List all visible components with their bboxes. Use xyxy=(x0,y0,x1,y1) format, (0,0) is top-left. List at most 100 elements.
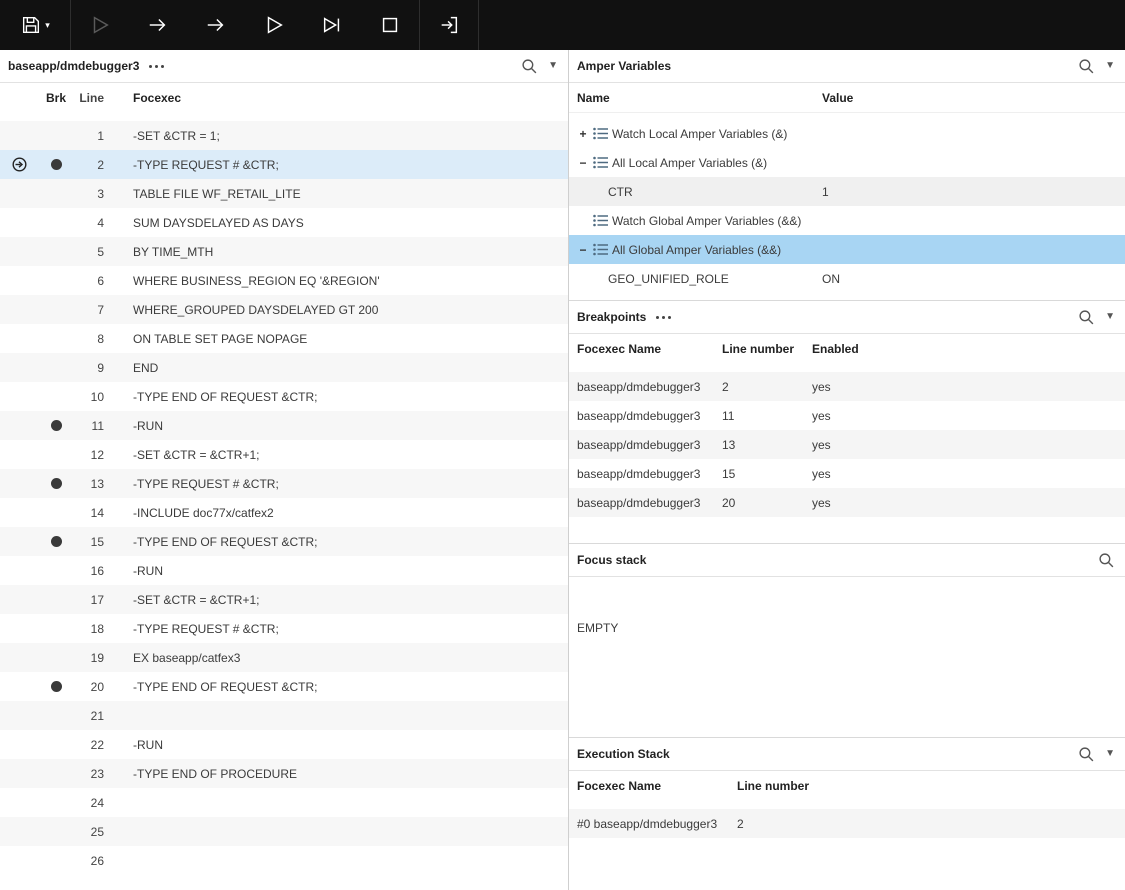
amper-variable-row[interactable]: Watch Global Amper Variables (&&) xyxy=(569,206,1125,235)
breakpoint-cell[interactable] xyxy=(38,333,74,344)
breakpoint-cell[interactable] xyxy=(38,768,74,779)
code-line[interactable]: 7 WHERE_GROUPED DAYSDELAYED GT 200 xyxy=(0,295,568,324)
code-text: -RUN xyxy=(133,419,163,433)
code-line[interactable]: 13 -TYPE REQUEST # &CTR; xyxy=(0,469,568,498)
breakpoint-row[interactable]: baseapp/dmdebugger3 2 yes xyxy=(569,372,1125,401)
breakpoint-cell[interactable] xyxy=(38,478,74,489)
amper-variable-row[interactable]: − All Global Amper Variables (&&) xyxy=(569,235,1125,264)
amper-variable-row[interactable]: GEO_UNIFIED_ROLE ON xyxy=(569,264,1125,293)
breakpoint-cell[interactable] xyxy=(38,449,74,460)
breakpoint-cell[interactable] xyxy=(38,188,74,199)
amper-column-header: Name Value xyxy=(569,83,1125,113)
code-line[interactable]: 23 -TYPE END OF PROCEDURE xyxy=(0,759,568,788)
code-line[interactable]: 12 -SET &CTR = &CTR+1; xyxy=(0,440,568,469)
breakpoint-cell[interactable] xyxy=(38,536,74,547)
variable-value: ON xyxy=(822,272,840,286)
line-number: 25 xyxy=(74,825,104,839)
code-line[interactable]: 4 SUM DAYSDELAYED AS DAYS xyxy=(0,208,568,237)
code-line[interactable]: 10 -TYPE END OF REQUEST &CTR; xyxy=(0,382,568,411)
breakpoint-dot-icon xyxy=(51,681,62,692)
more-options-icon[interactable] xyxy=(656,316,671,319)
code-line[interactable]: 14 -INCLUDE doc77x/catfex2 xyxy=(0,498,568,527)
code-line[interactable]: 6 WHERE BUSINESS_REGION EQ '&REGION' xyxy=(0,266,568,295)
code-text: -TYPE REQUEST # &CTR; xyxy=(133,477,279,491)
breakpoint-cell[interactable] xyxy=(38,739,74,750)
breakpoint-row[interactable]: baseapp/dmdebugger3 11 yes xyxy=(569,401,1125,430)
amper-variable-row[interactable]: CTR 1 xyxy=(569,177,1125,206)
execution-stack-row[interactable]: #0 baseapp/dmdebugger3 2 xyxy=(569,809,1125,838)
breakpoint-cell[interactable] xyxy=(38,652,74,663)
breakpoint-cell[interactable] xyxy=(38,594,74,605)
code-line[interactable]: 25 xyxy=(0,817,568,846)
run-button[interactable] xyxy=(71,0,129,50)
expander-toggle[interactable]: + xyxy=(577,127,589,141)
search-icon[interactable] xyxy=(1098,552,1115,569)
code-line[interactable]: 8 ON TABLE SET PAGE NOPAGE xyxy=(0,324,568,353)
breakpoint-cell[interactable] xyxy=(38,507,74,518)
code-line[interactable]: 20 -TYPE END OF REQUEST &CTR; xyxy=(0,672,568,701)
breakpoints-list: baseapp/dmdebugger3 2 yes baseapp/dmdebu… xyxy=(569,364,1125,517)
code-line[interactable]: 9 END xyxy=(0,353,568,382)
save-button[interactable]: ▾ xyxy=(0,0,70,50)
search-icon[interactable] xyxy=(521,58,538,75)
resume-button[interactable] xyxy=(245,0,303,50)
breakpoint-row[interactable]: baseapp/dmdebugger3 13 yes xyxy=(569,430,1125,459)
breakpoint-cell[interactable] xyxy=(38,681,74,692)
search-icon[interactable] xyxy=(1078,309,1095,326)
code-text: -RUN xyxy=(133,564,163,578)
code-line[interactable]: 1 -SET &CTR = 1; xyxy=(0,121,568,150)
breakpoint-cell[interactable] xyxy=(38,217,74,228)
code-line[interactable]: 17 -SET &CTR = &CTR+1; xyxy=(0,585,568,614)
chevron-down-icon[interactable]: ▼ xyxy=(1105,61,1115,71)
breakpoint-enabled: yes xyxy=(812,467,1125,481)
code-line[interactable]: 11 -RUN xyxy=(0,411,568,440)
code-line[interactable]: 5 BY TIME_MTH xyxy=(0,237,568,266)
code-text: -SET &CTR = &CTR+1; xyxy=(133,448,259,462)
expander-toggle[interactable]: − xyxy=(577,243,589,257)
exit-debugger-button[interactable] xyxy=(420,0,478,50)
search-icon[interactable] xyxy=(1078,746,1095,763)
breakpoint-cell[interactable] xyxy=(38,826,74,837)
stop-button[interactable] xyxy=(361,0,419,50)
focexec-column-label: Focexec xyxy=(133,91,181,105)
run-to-end-button[interactable] xyxy=(303,0,361,50)
chevron-down-icon[interactable]: ▼ xyxy=(548,61,558,71)
step-over-button[interactable] xyxy=(129,0,187,50)
breakpoint-cell[interactable] xyxy=(38,420,74,431)
line-number: 18 xyxy=(74,622,104,636)
breakpoint-cell[interactable] xyxy=(38,130,74,141)
breakpoint-cell[interactable] xyxy=(38,623,74,634)
variable-name: All Local Amper Variables (&) xyxy=(612,156,767,170)
code-line[interactable]: 15 -TYPE END OF REQUEST &CTR; xyxy=(0,527,568,556)
save-dropdown-caret[interactable]: ▾ xyxy=(45,21,50,30)
breakpoint-cell[interactable] xyxy=(38,391,74,402)
breakpoint-cell[interactable] xyxy=(38,362,74,373)
chevron-down-icon[interactable]: ▼ xyxy=(1105,312,1115,322)
step-return-button[interactable] xyxy=(187,0,245,50)
code-line[interactable]: 22 -RUN xyxy=(0,730,568,759)
breakpoint-cell[interactable] xyxy=(38,855,74,866)
search-icon[interactable] xyxy=(1078,58,1095,75)
more-options-icon[interactable] xyxy=(149,65,164,68)
code-line[interactable]: 3 TABLE FILE WF_RETAIL_LITE xyxy=(0,179,568,208)
breakpoint-cell[interactable] xyxy=(38,797,74,808)
amper-variable-row[interactable]: + Watch Local Amper Variables (&) xyxy=(569,119,1125,148)
chevron-down-icon[interactable]: ▼ xyxy=(1105,749,1115,759)
breakpoint-row[interactable]: baseapp/dmdebugger3 15 yes xyxy=(569,459,1125,488)
breakpoint-cell[interactable] xyxy=(38,565,74,576)
code-line[interactable]: 26 xyxy=(0,846,568,875)
breakpoint-cell[interactable] xyxy=(38,246,74,257)
code-line[interactable]: 24 xyxy=(0,788,568,817)
breakpoint-cell[interactable] xyxy=(38,710,74,721)
breakpoint-cell[interactable] xyxy=(38,304,74,315)
code-line[interactable]: 18 -TYPE REQUEST # &CTR; xyxy=(0,614,568,643)
breakpoint-cell[interactable] xyxy=(38,275,74,286)
breakpoint-cell[interactable] xyxy=(38,159,74,170)
code-line[interactable]: 2 -TYPE REQUEST # &CTR; xyxy=(0,150,568,179)
breakpoint-row[interactable]: baseapp/dmdebugger3 20 yes xyxy=(569,488,1125,517)
expander-toggle[interactable]: − xyxy=(577,156,589,170)
code-line[interactable]: 19 EX baseapp/catfex3 xyxy=(0,643,568,672)
code-line[interactable]: 21 xyxy=(0,701,568,730)
amper-variable-row[interactable]: − All Local Amper Variables (&) xyxy=(569,148,1125,177)
code-line[interactable]: 16 -RUN xyxy=(0,556,568,585)
